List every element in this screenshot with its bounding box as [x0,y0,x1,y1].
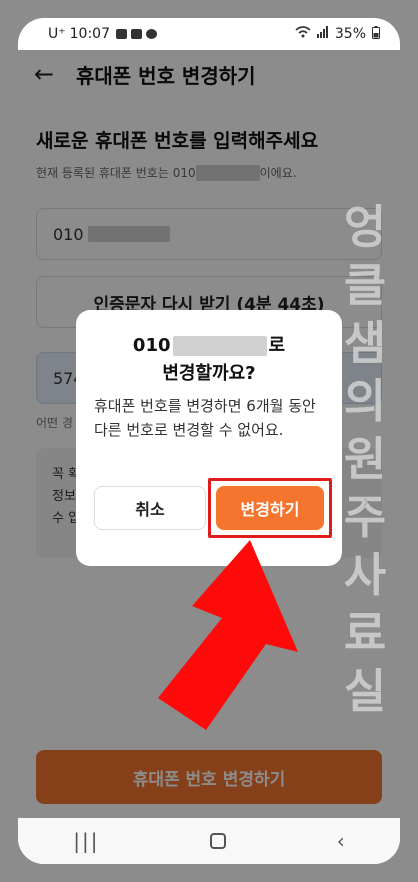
dialog-message: 휴대폰 번호를 변경하면 6개월 동안 다른 번호로 변경할 수 없어요. [94,397,316,439]
phone-screen: U⁺ 10:07 35% ← 휴대폰 번호 변경하기 새로운 휴대폰 번호를 입… [18,18,400,864]
image-notification-icon [116,29,127,39]
system-nav-bar: ||| ‹ [18,818,400,864]
home-icon[interactable] [210,833,227,849]
notification-icons [116,29,157,39]
battery-percent: 35% [334,26,366,42]
dialog-title-line2: 변경할까요? [162,363,256,384]
nav-back-icon[interactable]: ‹ [337,829,345,853]
watermark-text: 엉클샘의 원주사료실 [343,200,387,718]
status-bar: U⁺ 10:07 35% [18,18,400,50]
dialog-number-prefix: 010 [132,335,171,356]
device-frame: U⁺ 10:07 35% ← 휴대폰 번호 변경하기 새로운 휴대폰 번호를 입… [0,0,418,882]
dialog-masked-number [172,336,267,356]
highlight-box [208,478,332,538]
battery-icon [372,25,380,43]
carrier-label: U⁺ [48,26,66,42]
message-notification-icon [131,29,142,39]
cancel-button[interactable]: 취소 [94,486,206,530]
recent-apps-icon[interactable]: ||| [73,829,99,853]
dialog-title: 010 로 변경할까요? [76,332,342,388]
dnd-icon [146,29,157,39]
signal-icon [316,26,329,42]
dialog-title-line1: 010 로 [76,332,342,360]
red-arrow-icon [158,540,298,730]
clock: 10:07 [69,26,110,42]
wifi-icon [295,26,311,42]
confirm-dialog: 010 로 변경할까요? 휴대폰 번호를 변경하면 6개월 동안 다른 번호로 … [76,310,342,566]
dialog-number-suffix: 로 [268,335,286,356]
status-right: 35% [295,25,380,43]
